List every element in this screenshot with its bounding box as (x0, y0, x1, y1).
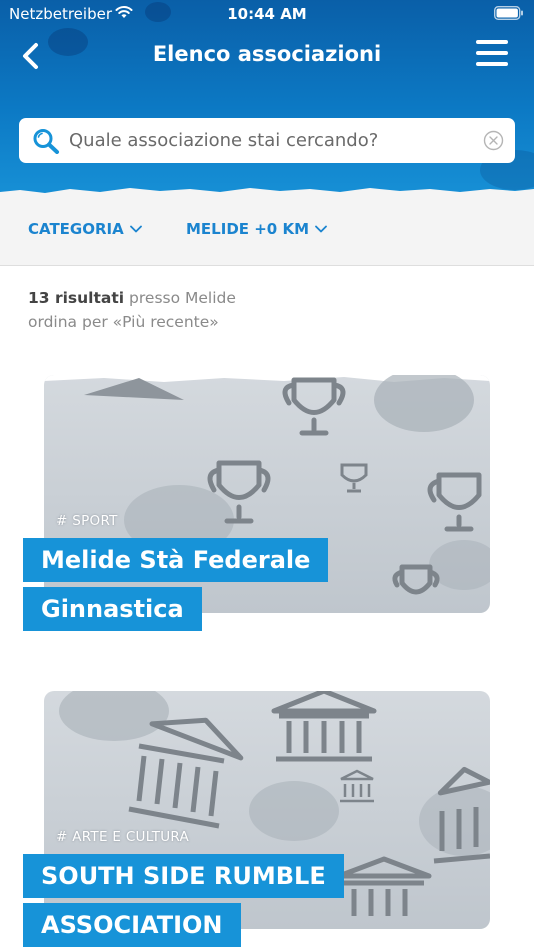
app-header: Netzbetreiber 10:44 AM Elenco associazio… (0, 0, 534, 196)
search-icon (33, 129, 59, 154)
category-filter[interactable]: CATEGORIA (28, 220, 142, 238)
hamburger-icon-line (476, 51, 508, 55)
results-count: 13 risultati (28, 289, 125, 307)
page-title: Elenco associazioni (152, 42, 382, 66)
status-bar: Netzbetreiber 10:44 AM (0, 0, 534, 28)
sort-order[interactable]: ordina per «Più recente» (28, 310, 236, 334)
back-button[interactable] (12, 38, 48, 74)
results-location: presso Melide (129, 289, 236, 307)
card-category-tag: # SPORT (56, 513, 118, 529)
battery-icon (494, 6, 523, 20)
card-title-line1[interactable]: SOUTH SIDE RUMBLE (23, 854, 344, 898)
card-title-line2[interactable]: ASSOCIATION (23, 903, 241, 947)
location-filter[interactable]: MELIDE +0 KM (186, 220, 327, 238)
menu-button[interactable] (476, 40, 510, 70)
status-time: 10:44 AM (227, 5, 307, 23)
chevron-down-icon (129, 225, 142, 233)
hamburger-icon-line (476, 62, 508, 66)
results-summary: 13 risultati presso Melide ordina per «P… (28, 286, 236, 334)
location-filter-label: MELIDE +0 KM (186, 220, 310, 238)
search-input[interactable] (69, 118, 469, 163)
clear-search-icon[interactable] (483, 130, 504, 151)
search-box (19, 118, 515, 163)
chevron-left-icon (23, 43, 38, 69)
card-title-line2[interactable]: Ginnastica (23, 587, 202, 631)
card-title-line1[interactable]: Melide Stà Federale (23, 538, 329, 582)
category-filter-label: CATEGORIA (28, 220, 124, 238)
filter-bar: CATEGORIA MELIDE +0 KM (0, 196, 534, 266)
card-category-tag: # ARTE E CULTURA (56, 829, 190, 845)
hamburger-icon-line (476, 40, 508, 44)
chevron-down-icon (315, 225, 327, 233)
